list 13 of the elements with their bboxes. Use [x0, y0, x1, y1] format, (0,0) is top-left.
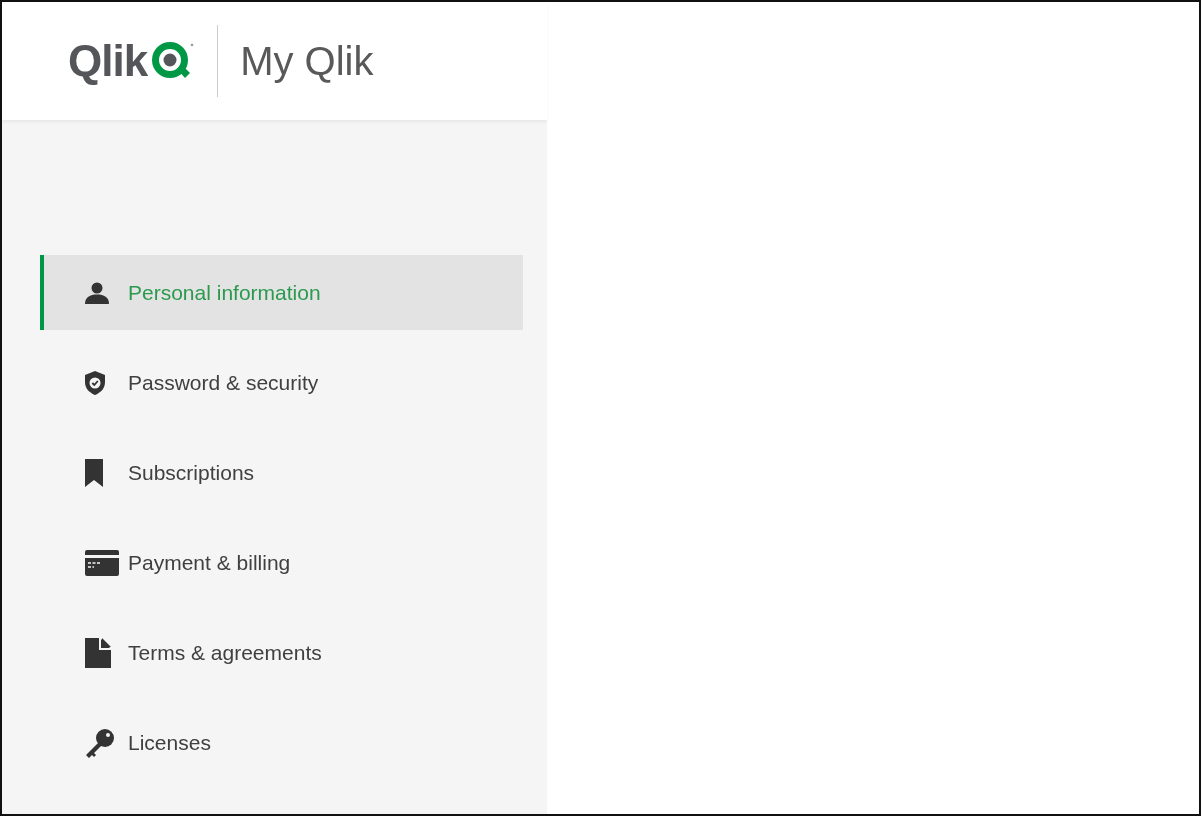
sidebar-item[interactable]: Subscriptions	[40, 435, 523, 510]
document-icon	[84, 636, 112, 669]
credit-card-icon	[84, 548, 120, 577]
key-icon	[84, 726, 116, 759]
sidebar-item[interactable]: Password & security	[40, 345, 523, 420]
product-title: My Qlik	[240, 38, 374, 84]
shield-icon	[84, 369, 106, 396]
sidebar-item[interactable]: Licenses	[40, 705, 523, 780]
logo-wordmark: Qlik	[68, 36, 148, 86]
sidebar-item[interactable]: Terms & agreements	[40, 615, 523, 690]
person-icon	[84, 281, 110, 304]
sidebar-item[interactable]: Payment & billing	[40, 525, 523, 600]
bookmark-icon	[84, 457, 104, 488]
